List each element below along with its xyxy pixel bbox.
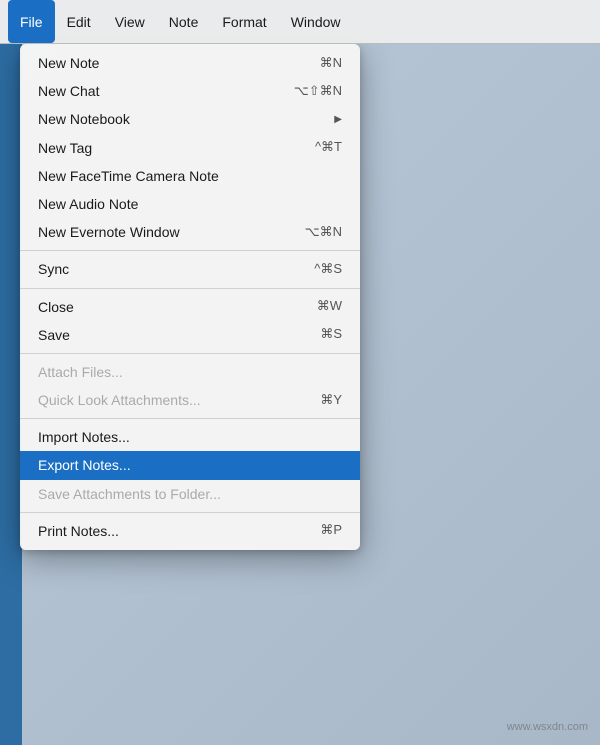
menu-item-new-facetime[interactable]: New FaceTime Camera Note [20,162,360,190]
menu-item-new-note[interactable]: New Note ⌘N [20,49,360,77]
menu-item-save-attachments-label: Save Attachments to Folder... [38,485,342,503]
menubar-format[interactable]: Format [210,0,278,43]
menubar-view[interactable]: View [103,0,157,43]
menu-item-sync-label: Sync [38,260,294,278]
menu-item-new-tag-shortcut: ^⌘T [315,139,342,156]
menu-item-save-attachments[interactable]: Save Attachments to Folder... [20,480,360,508]
menu-item-new-chat-label: New Chat [38,82,274,100]
menu-item-close-label: Close [38,298,297,316]
separator-4 [20,418,360,419]
separator-2 [20,288,360,289]
menu-item-close-shortcut: ⌘W [317,298,342,315]
menu-item-export-notes-label: Export Notes... [38,456,342,474]
menu-item-quick-look[interactable]: Quick Look Attachments... ⌘Y [20,386,360,414]
dropdown-overlay: New Note ⌘N New Chat ⌥⇧⌘N New Notebook ▶… [0,44,600,745]
menu-item-new-audio[interactable]: New Audio Note [20,190,360,218]
menu-item-new-window-shortcut: ⌥⌘N [305,224,342,241]
menu-item-save-shortcut: ⌘S [320,326,342,343]
menu-item-new-window-label: New Evernote Window [38,223,285,241]
menu-item-new-facetime-label: New FaceTime Camera Note [38,167,342,185]
menubar-window-label: Window [291,14,341,30]
menu-item-quick-look-shortcut: ⌘Y [320,392,342,409]
menubar-file-label: File [20,14,43,30]
separator-3 [20,353,360,354]
menubar-edit-label: Edit [67,14,91,30]
menu-item-import-notes-label: Import Notes... [38,428,342,446]
file-dropdown-menu: New Note ⌘N New Chat ⌥⇧⌘N New Notebook ▶… [20,44,360,550]
menu-item-attach-files-label: Attach Files... [38,363,342,381]
menu-item-print-notes[interactable]: Print Notes... ⌘P [20,517,360,545]
menu-item-print-notes-shortcut: ⌘P [320,522,342,539]
separator-1 [20,250,360,251]
menu-item-new-notebook[interactable]: New Notebook ▶ [20,105,360,133]
menubar-file[interactable]: File [8,0,55,43]
menu-item-export-notes[interactable]: Export Notes... [20,451,360,479]
menu-item-new-window[interactable]: New Evernote Window ⌥⌘N [20,218,360,246]
menu-item-new-chat[interactable]: New Chat ⌥⇧⌘N [20,77,360,105]
menubar-view-label: View [115,14,145,30]
menu-item-save[interactable]: Save ⌘S [20,321,360,349]
menu-item-close[interactable]: Close ⌘W [20,293,360,321]
menu-item-save-label: Save [38,326,300,344]
menu-item-quick-look-label: Quick Look Attachments... [38,391,300,409]
separator-5 [20,512,360,513]
menu-item-new-audio-label: New Audio Note [38,195,342,213]
menu-item-new-note-shortcut: ⌘N [320,55,342,72]
menu-item-print-notes-label: Print Notes... [38,522,300,540]
menu-item-new-tag[interactable]: New Tag ^⌘T [20,134,360,162]
menu-item-attach-files[interactable]: Attach Files... [20,358,360,386]
menubar-format-label: Format [222,14,266,30]
menu-item-import-notes[interactable]: Import Notes... [20,423,360,451]
menubar-edit[interactable]: Edit [55,0,103,43]
menu-item-sync-shortcut: ^⌘S [314,261,342,278]
menu-item-new-notebook-label: New Notebook [38,110,314,128]
submenu-arrow-icon: ▶ [334,113,342,126]
menu-item-new-chat-shortcut: ⌥⇧⌘N [294,83,342,100]
menubar: File Edit View Note Format Window [0,0,600,44]
menubar-note[interactable]: Note [157,0,211,43]
menubar-window[interactable]: Window [279,0,353,43]
menu-item-sync[interactable]: Sync ^⌘S [20,255,360,283]
menu-item-new-tag-label: New Tag [38,139,295,157]
menubar-note-label: Note [169,14,199,30]
menu-item-new-note-label: New Note [38,54,300,72]
